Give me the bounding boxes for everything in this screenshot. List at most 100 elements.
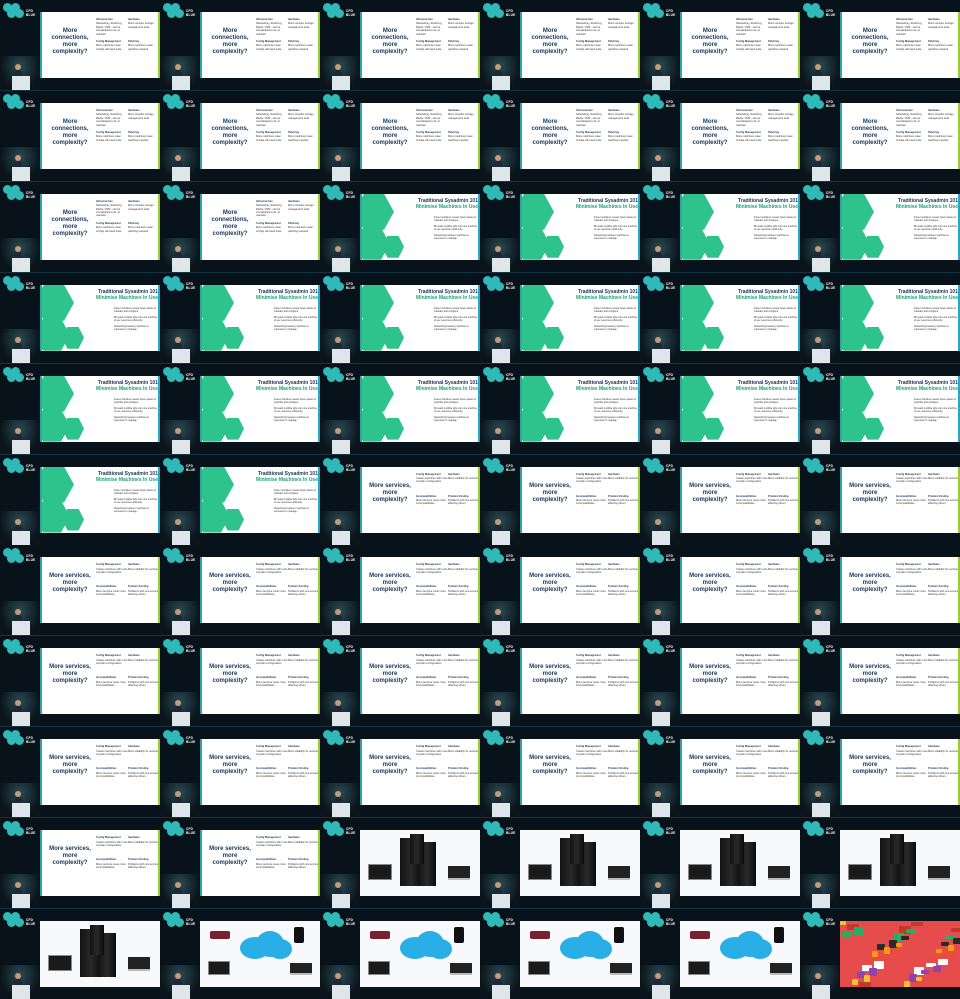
podium xyxy=(332,803,350,818)
slide-connections: More connections, more complexity? Infras… xyxy=(40,193,160,260)
video-thumbnail[interactable]: CFD BLUE More services, more complexity? C… xyxy=(320,727,480,818)
video-thumbnail[interactable]: CFD BLUE More connections, more complexit… xyxy=(0,90,160,181)
column-heading: Hardware xyxy=(448,472,460,476)
video-thumbnail[interactable]: CFD BLUE More services, more complexity? C… xyxy=(320,636,480,727)
video-thumbnail[interactable]: CFD BLUE xyxy=(320,909,480,999)
conference-logo: CFD BLUE xyxy=(163,3,203,19)
speaker-video xyxy=(480,146,520,181)
slide-traditional: Traditional Sysadmin 101 Minimise Machine… xyxy=(520,284,640,351)
column-text: More machines mean patching required. xyxy=(608,135,633,142)
slide-traditional: Traditional Sysadmin 101 Minimise Machine… xyxy=(40,284,160,351)
conference-logo: CFD BLUE xyxy=(3,548,43,564)
video-thumbnail[interactable]: CFD BLUE Traditional Sysadmin 101 Minimise… xyxy=(320,272,480,363)
video-thumbnail[interactable]: CFD BLUE xyxy=(480,818,640,909)
video-thumbnail[interactable]: CFD BLUE More services, more complexity? C… xyxy=(640,636,800,727)
video-thumbnail[interactable]: CFD BLUE Traditional Sysadmin 101 Minimise… xyxy=(0,272,160,363)
slide-heading: Traditional Sysadmin 101 Minimise Machine… xyxy=(568,198,638,210)
video-thumbnail[interactable]: CFD BLUE Traditional Sysadmin 101 Minimise… xyxy=(0,454,160,545)
slide-column: Incompatibilities More services mean more… xyxy=(896,676,929,691)
video-thumbnail[interactable]: CFD BLUE More connections, more complexit… xyxy=(800,90,960,181)
video-thumbnail[interactable]: CFD BLUE xyxy=(160,909,320,999)
video-thumbnail[interactable]: CFD BLUE More services, more complexity? C… xyxy=(0,818,160,909)
video-thumbnail[interactable]: CFD BLUE More connections, more complexit… xyxy=(640,0,800,90)
video-thumbnail[interactable]: CFD BLUE Traditional Sysadmin 101 Minimise… xyxy=(800,181,960,272)
column-text: More complex storage management tools xyxy=(288,113,314,120)
video-thumbnail[interactable]: CFD BLUE Traditional Sysadmin 101 Minimise… xyxy=(160,363,320,454)
video-thumbnail[interactable]: CFD BLUE More connections, more complexit… xyxy=(640,90,800,181)
speaker-video xyxy=(800,692,840,727)
video-thumbnail[interactable]: CFD BLUE More services, more complexity? C… xyxy=(480,636,640,727)
column-text: More services mean more incompatibilitie… xyxy=(896,680,926,688)
video-thumbnail[interactable]: CFD BLUE Traditional Sysadmin 101 Minimise… xyxy=(640,181,800,272)
video-thumbnail[interactable]: CFD BLUE More services, more complexity? C… xyxy=(640,545,800,636)
slide-subtitle: Minimise Machines In Use xyxy=(96,294,158,301)
video-thumbnail[interactable]: CFD BLUE More connections, more complexit… xyxy=(0,181,160,272)
video-thumbnail[interactable]: CFD BLUE More services, more complexity? C… xyxy=(160,636,320,727)
video-thumbnail[interactable]: CFD BLUE More connections, more complexit… xyxy=(160,0,320,90)
slide-subtitle: Minimise Machines In Use xyxy=(256,294,318,301)
video-thumbnail[interactable]: CFD BLUE xyxy=(480,909,640,999)
video-thumbnail[interactable]: CFD BLUE Traditional Sysadmin 101 Minimise… xyxy=(320,363,480,454)
video-thumbnail[interactable]: CFD BLUE More connections, more complexit… xyxy=(160,90,320,181)
speaker-video xyxy=(160,328,200,363)
column-heading: Config Management xyxy=(576,472,601,476)
video-thumbnail[interactable]: CFD BLUE More services, more complexity? C… xyxy=(800,545,960,636)
video-thumbnail[interactable]: CFD BLUE More services, more complexity? C… xyxy=(640,454,800,545)
video-thumbnail[interactable]: CFD BLUE xyxy=(800,909,960,999)
conference-logo: CFD BLUE xyxy=(323,730,363,746)
video-thumbnail[interactable]: CFD BLUE More services, more complexity? C… xyxy=(480,454,640,545)
video-thumbnail[interactable]: CFD BLUE More services, more complexity? C… xyxy=(480,545,640,636)
column-text: More complex storage management tools xyxy=(928,22,954,29)
video-thumbnail[interactable]: CFD BLUE More services, more complexity? C… xyxy=(0,636,160,727)
video-thumbnail[interactable]: CFD BLUE Traditional Sysadmin 101 Minimise… xyxy=(160,272,320,363)
slide-column: Hardware More reliability for services xyxy=(288,654,318,666)
video-thumbnail[interactable]: CFD BLUE More services, more complexity? C… xyxy=(160,727,320,818)
video-thumbnail[interactable]: CFD BLUE More connections, more complexit… xyxy=(480,0,640,90)
video-thumbnail[interactable]: CFD BLUE Traditional Sysadmin 101 Minimise… xyxy=(0,363,160,454)
column-heading: Problem Finding xyxy=(288,676,309,680)
slide-column: Hardware More reliability for services xyxy=(448,472,478,485)
conference-logo: CFD BLUE xyxy=(803,366,843,383)
slide-column: Config Management Create machines with mo… xyxy=(736,473,769,488)
video-thumbnail[interactable]: CFD BLUE More services, more complexity? C… xyxy=(160,818,320,909)
video-thumbnail[interactable]: CFD BLUE xyxy=(640,818,800,909)
video-thumbnail[interactable]: CFD BLUE More services, more complexity? C… xyxy=(640,727,800,818)
video-thumbnail[interactable]: CFD BLUE More connections, more complexit… xyxy=(320,0,480,90)
video-thumbnail[interactable]: CFD BLUE Traditional Sysadmin 101 Minimise… xyxy=(480,272,640,363)
video-thumbnail[interactable]: CFD BLUE More services, more complexity? C… xyxy=(320,545,480,636)
conference-logo: CFD BLUE xyxy=(163,821,203,837)
video-thumbnail[interactable]: CFD BLUE Traditional Sysadmin 101 Minimise… xyxy=(480,181,640,272)
video-thumbnail[interactable]: CFD BLUE More services, more complexity? C… xyxy=(320,454,480,545)
video-thumbnail[interactable]: CFD BLUE Traditional Sysadmin 101 Minimise… xyxy=(480,363,640,454)
logo-circle xyxy=(495,463,504,473)
conference-logo: CFD BLUE xyxy=(483,730,523,746)
video-thumbnail[interactable]: CFD BLUE More services, more complexity? C… xyxy=(0,727,160,818)
video-thumbnail[interactable]: CFD BLUE Traditional Sysadmin 101 Minimise… xyxy=(800,272,960,363)
video-thumbnail[interactable]: CFD BLUE More services, more complexity? C… xyxy=(480,727,640,818)
video-thumbnail[interactable]: CFD BLUE Traditional Sysadmin 101 Minimise… xyxy=(800,363,960,454)
video-thumbnail[interactable]: CFD BLUE More connections, more complexit… xyxy=(800,0,960,90)
conference-logo: CFD BLUE xyxy=(483,912,523,928)
video-thumbnail[interactable]: CFD BLUE More connections, more complexit… xyxy=(0,0,160,90)
video-thumbnail[interactable]: CFD BLUE xyxy=(320,818,480,909)
video-thumbnail[interactable]: CFD BLUE More connections, more complexit… xyxy=(320,90,480,181)
column-heading: Config Management xyxy=(416,745,441,749)
video-thumbnail[interactable]: CFD BLUE xyxy=(640,909,800,999)
video-thumbnail[interactable]: CFD BLUE More services, more complexity? C… xyxy=(160,545,320,636)
video-thumbnail[interactable]: CFD BLUE Traditional Sysadmin 101 Minimise… xyxy=(640,272,800,363)
slide-title: More services, more complexity? xyxy=(369,482,411,503)
video-thumbnail[interactable]: CFD BLUE More services, more complexity? C… xyxy=(0,545,160,636)
video-thumbnail[interactable]: CFD BLUE More connections, more complexit… xyxy=(160,181,320,272)
column-text: More complex storage management tools xyxy=(448,22,474,29)
video-thumbnail[interactable]: CFD BLUE Traditional Sysadmin 101 Minimise… xyxy=(320,181,480,272)
slide-hardware xyxy=(360,830,480,897)
video-thumbnail[interactable]: CFD BLUE xyxy=(800,818,960,909)
video-thumbnail[interactable]: CFD BLUE Traditional Sysadmin 101 Minimise… xyxy=(640,363,800,454)
video-thumbnail[interactable]: CFD BLUE More services, more complexity? C… xyxy=(800,727,960,818)
video-thumbnail[interactable]: CFD BLUE Traditional Sysadmin 101 Minimise… xyxy=(160,454,320,545)
video-thumbnail[interactable]: CFD BLUE xyxy=(0,909,160,999)
video-thumbnail[interactable]: CFD BLUE More connections, more complexit… xyxy=(480,90,640,181)
video-thumbnail[interactable]: CFD BLUE More services, more complexity? C… xyxy=(800,636,960,727)
video-thumbnail[interactable]: CFD BLUE More services, more complexity? C… xyxy=(800,454,960,545)
slide-column: Incompatibilities More services mean more… xyxy=(736,495,769,510)
